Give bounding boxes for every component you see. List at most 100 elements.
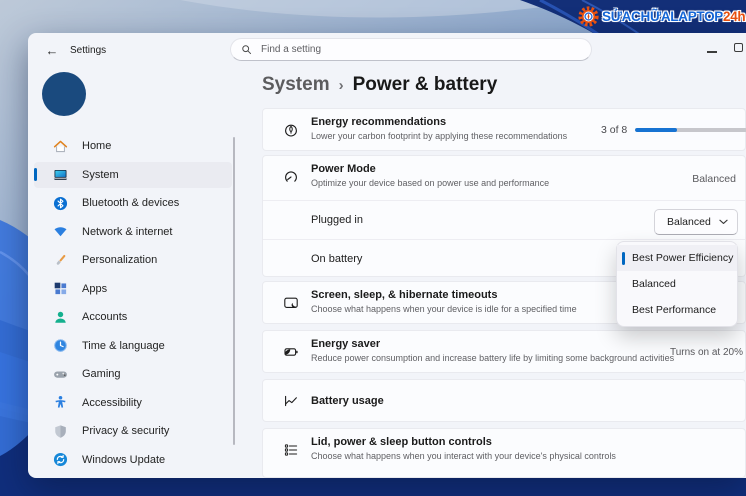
dropdown-option-label: Best Performance [632, 304, 717, 316]
breadcrumb-parent[interactable]: System [262, 74, 330, 96]
sidebar-item-label: Accounts [82, 311, 128, 323]
screen-moon-icon [283, 295, 299, 311]
sidebar-item-personalization[interactable]: Personalization [34, 247, 232, 273]
time-language-icon [53, 338, 68, 353]
sidebar-item-label: Network & internet [82, 225, 173, 238]
system-icon [53, 167, 68, 182]
sidebar-item-label: Accessibility [82, 396, 142, 409]
sidebar-item-label: Home [82, 140, 112, 152]
sidebar-item-home[interactable]: Home [34, 133, 232, 159]
lid-controls-row[interactable]: Lid, power & sleep button controls Choos… [262, 428, 746, 478]
row-title: Energy recommendations [311, 116, 447, 128]
list-controls-icon [283, 442, 299, 458]
privacy-icon [53, 424, 68, 439]
plugged-in-dropdown[interactable]: Balanced [654, 209, 738, 235]
energy-saver-row[interactable]: Energy saver Reduce power consumption an… [262, 330, 746, 373]
row-subtitle: Choose what happens when you interact wi… [311, 451, 616, 461]
chevron-down-icon [719, 219, 728, 224]
sidebar-item-gaming[interactable]: Gaming [34, 361, 232, 387]
watermark-text-orange: 24h.com [723, 9, 746, 24]
window-title: Settings [70, 45, 107, 56]
sidebar-scrollbar[interactable] [233, 137, 235, 445]
search-input[interactable]: Find a setting [230, 38, 592, 61]
breadcrumb: System › Power & battery [262, 74, 497, 96]
sidebar-nav: Home System Bluetooth & devices Network … [34, 133, 232, 475]
sidebar-item-label: Gaming [82, 368, 121, 380]
plugged-in-label: Plugged in [311, 214, 363, 226]
page-title: Power & battery [352, 74, 498, 95]
selected-indicator [34, 168, 37, 181]
sidebar-item-label: Windows Update [82, 453, 166, 466]
sidebar-item-network-internet[interactable]: Network & internet [34, 219, 232, 245]
sidebar-item-label: System [82, 168, 119, 181]
maximize-button[interactable] [734, 43, 743, 52]
sidebar-item-accessibility[interactable]: Accessibility [34, 390, 232, 416]
sidebar-item-system[interactable]: System [34, 161, 232, 188]
gaming-icon [53, 367, 68, 382]
selected-indicator [622, 251, 625, 265]
home-icon [53, 139, 68, 154]
sidebar-item-accounts[interactable]: Accounts [34, 304, 232, 330]
watermark: SỬACHỮALAPTOP24h.com [578, 6, 746, 27]
leaf-circle-icon [283, 122, 299, 138]
row-title: Power Mode [311, 163, 376, 175]
row-title: Screen, sleep, & hibernate timeouts [311, 289, 498, 301]
search-placeholder: Find a setting [261, 44, 322, 55]
sidebar-item-label: Bluetooth & devices [82, 197, 180, 209]
energy-progress-fill [635, 128, 677, 132]
on-battery-label: On battery [311, 253, 363, 265]
sidebar-item-privacy-security[interactable]: Privacy & security [34, 418, 232, 444]
sidebar-item-label: Privacy & security [82, 425, 170, 437]
watermark-text: SỬACHỮALAPTOP24h.com [602, 9, 746, 24]
watermark-text-blue: SỬACHỮALAPTOP [602, 9, 724, 24]
row-title: Energy saver [311, 338, 381, 350]
bluetooth-icon [53, 196, 68, 211]
energy-recommendations-row[interactable]: Energy recommendations Lower your carbon… [262, 108, 746, 151]
sidebar-item-bluetooth-devices[interactable]: Bluetooth & devices [34, 190, 232, 216]
plugged-in-row: Plugged in Balanced [263, 200, 745, 239]
breadcrumb-separator-icon: › [338, 77, 344, 94]
dropdown-option-balanced[interactable]: Balanced [617, 271, 737, 297]
accounts-icon [53, 310, 68, 325]
sidebar-item-label: Time & language [82, 339, 165, 352]
row-subtitle: Lower your carbon footprint by applying … [311, 131, 568, 141]
battery-leaf-icon [283, 344, 299, 360]
power-mode-dropdown-menu: Best Power Efficiency Balanced Best Perf… [616, 241, 738, 327]
progress-label: 3 of 8 [601, 124, 628, 136]
row-title: Battery usage [311, 395, 384, 407]
power-mode-value: Balanced [692, 173, 736, 185]
back-button[interactable]: ← [42, 40, 62, 60]
settings-window: ← Settings Find a setting Home System Bl… [28, 33, 746, 478]
network-icon [53, 224, 68, 239]
dropdown-option-label: Best Power Efficiency [632, 252, 734, 264]
row-subtitle: Choose what happens when your device is … [311, 304, 577, 314]
accessibility-icon [53, 395, 68, 410]
search-icon [242, 45, 252, 55]
sidebar-item-label: Personalization [82, 254, 158, 266]
back-icon: ← [45, 42, 59, 58]
sidebar-item-apps[interactable]: Apps [34, 276, 232, 302]
energy-saver-value: Turns on at 20% [669, 347, 743, 358]
desktop: SỬACHỮALAPTOP24h.com ← Settings Find a s… [0, 0, 746, 496]
sidebar-item-label: Apps [82, 282, 108, 295]
row-subtitle: Reduce power consumption and increase ba… [311, 353, 675, 363]
watermark-gear-icon [578, 6, 599, 27]
avatar [42, 72, 86, 116]
plugged-in-dropdown-value: Balanced [667, 216, 711, 228]
dropdown-option-label: Balanced [632, 278, 676, 290]
sidebar-item-time-language[interactable]: Time & language [34, 333, 232, 359]
sidebar-item-windows-update[interactable]: Windows Update [34, 447, 232, 473]
chart-line-icon [283, 393, 299, 409]
gauge-icon [283, 169, 299, 185]
personalization-icon [53, 253, 68, 268]
minimize-button[interactable] [707, 51, 717, 53]
energy-progress-bar [635, 128, 746, 132]
dropdown-option-best-power-efficiency[interactable]: Best Power Efficiency [617, 245, 737, 271]
dropdown-option-best-performance[interactable]: Best Performance [617, 297, 737, 323]
row-subtitle: Optimize your device based on power use … [311, 178, 550, 188]
apps-icon [53, 281, 68, 296]
battery-usage-row[interactable]: Battery usage [262, 379, 746, 422]
windows-update-icon [53, 452, 68, 467]
power-mode-row[interactable]: Power Mode Optimize your device based on… [263, 156, 745, 200]
row-title: Lid, power & sleep button controls [311, 436, 492, 448]
